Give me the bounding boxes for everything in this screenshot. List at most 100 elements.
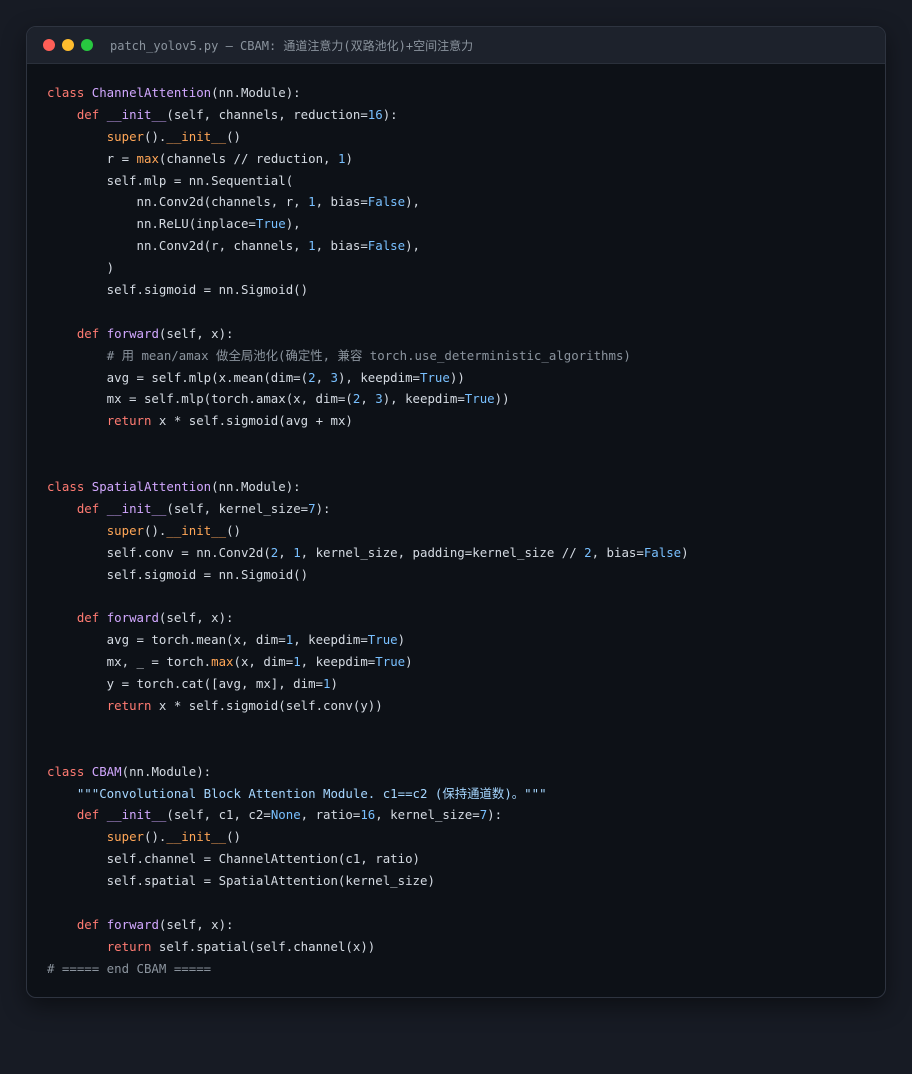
code-token: )) [449, 369, 465, 385]
code-token: # 用 mean/amax 做全局池化(确定性, 兼容 torch.use_de… [106, 347, 631, 363]
code-token: ) [397, 632, 406, 648]
code-token: True [255, 216, 286, 232]
code-token: __init__ [166, 522, 227, 538]
code-line: def __init__(self, kernel_size=7): [47, 498, 689, 520]
code-token: self.spatial = SpatialAttention(kernel_s… [47, 873, 435, 889]
code-token: 1 [293, 544, 301, 560]
code-token: 7 [308, 500, 316, 516]
code-token: , kernel_size, padding=kernel_size // [300, 544, 585, 560]
code-token: self.conv = nn.Conv2d( [47, 544, 271, 560]
code-token: __init__ [106, 106, 167, 122]
code-token: super [106, 128, 144, 144]
code-token: 3 [330, 369, 338, 385]
code-token: max [211, 654, 234, 670]
code-token: x * self.sigmoid(avg + mx) [151, 413, 353, 429]
code-token: None [270, 807, 301, 823]
maximize-button[interactable] [81, 39, 93, 51]
code-line: # ===== end CBAM ===== [47, 958, 689, 980]
code-token: def [76, 610, 107, 626]
code-line: avg = self.mlp(x.mean(dim=(2, 3), keepdi… [47, 367, 689, 389]
code-line: self.conv = nn.Conv2d(2, 1, kernel_size,… [47, 542, 689, 564]
code-line: r = max(channels // reduction, 1) [47, 148, 689, 170]
code-line: super().__init__() [47, 826, 689, 848]
code-token: SpatialAttention [91, 479, 212, 495]
code-line: def __init__(self, channels, reduction=1… [47, 104, 689, 126]
code-token: 16 [360, 807, 376, 823]
code-token: True [375, 654, 406, 670]
code-line: """Convolutional Block Attention Module.… [47, 783, 689, 805]
code-line: y = torch.cat([avg, mx], dim=1) [47, 673, 689, 695]
window-title: patch_yolov5.py — CBAM: 通道注意力(双路池化)+空间注意… [110, 38, 474, 53]
code-line: class ChannelAttention(nn.Module): [47, 82, 689, 104]
code-token: x * self.sigmoid(self.conv(y)) [151, 697, 383, 713]
code-token: __init__ [166, 829, 227, 845]
code-token: def [76, 500, 107, 516]
code-token: ) [681, 544, 689, 560]
code-token: , bias= [591, 544, 644, 560]
code-token: , ratio= [300, 807, 361, 823]
code-token: (self, x): [158, 916, 234, 932]
code-token: avg = self.mlp(x.mean(dim=( [47, 369, 309, 385]
code-line: nn.Conv2d(r, channels, 1, bias=False), [47, 235, 689, 257]
code-token: (). [144, 128, 167, 144]
code-line: return x * self.sigmoid(self.conv(y)) [47, 695, 689, 717]
minimize-button[interactable] [62, 39, 74, 51]
code-token: mx, _ = torch. [47, 654, 212, 670]
code-token: self.sigmoid = nn.Sigmoid() [47, 566, 309, 582]
code-token: () [226, 128, 241, 144]
code-line: return x * self.sigmoid(avg + mx) [47, 410, 689, 432]
code-token: , kernel_size= [375, 807, 480, 823]
code-token: )) [494, 391, 510, 407]
title-bar: patch_yolov5.py — CBAM: 通道注意力(双路池化)+空间注意… [27, 27, 885, 64]
code-token: (self, x): [158, 610, 234, 626]
code-token: def [76, 916, 107, 932]
code-line: return self.spatial(self.channel(x)) [47, 936, 689, 958]
code-token: ): [487, 807, 503, 823]
code-token: """Convolutional Block Attention Module.… [76, 785, 547, 801]
code-token: (self, x): [158, 325, 234, 341]
code-line: self.channel = ChannelAttention(c1, rati… [47, 848, 689, 870]
code-token: ) [405, 654, 413, 670]
code-line: def __init__(self, c1, c2=None, ratio=16… [47, 804, 689, 826]
code-token: ), keepdim= [382, 391, 465, 407]
code-token: True [464, 391, 495, 407]
code-token: def [76, 106, 107, 122]
code-line: def forward(self, x): [47, 914, 689, 936]
code-token: 16 [367, 106, 383, 122]
code-line: self.sigmoid = nn.Sigmoid() [47, 564, 689, 586]
code-token: ): [382, 106, 398, 122]
code-line: mx = self.mlp(torch.amax(x, dim=(2, 3), … [47, 388, 689, 410]
close-button[interactable] [43, 39, 55, 51]
code-line: nn.Conv2d(channels, r, 1, bias=False), [47, 191, 689, 213]
code-token: nn.Conv2d(channels, r, [47, 194, 309, 210]
code-token: __init__ [166, 128, 227, 144]
code-token: nn.Conv2d(r, channels, [47, 238, 309, 254]
code-token: return [106, 413, 152, 429]
code-token: mx = self.mlp(torch.amax(x, dim=( [47, 391, 353, 407]
code-block[interactable]: class ChannelAttention(nn.Module): def _… [47, 82, 689, 980]
code-token: forward [106, 916, 159, 932]
code-token: 1 [308, 238, 316, 254]
code-line: def forward(self, x): [47, 607, 689, 629]
code-token: def [76, 325, 107, 341]
code-line: avg = torch.mean(x, dim=1, keepdim=True) [47, 629, 689, 651]
code-token: forward [106, 325, 159, 341]
code-token: ) [330, 676, 338, 692]
code-line: super().__init__() [47, 126, 689, 148]
